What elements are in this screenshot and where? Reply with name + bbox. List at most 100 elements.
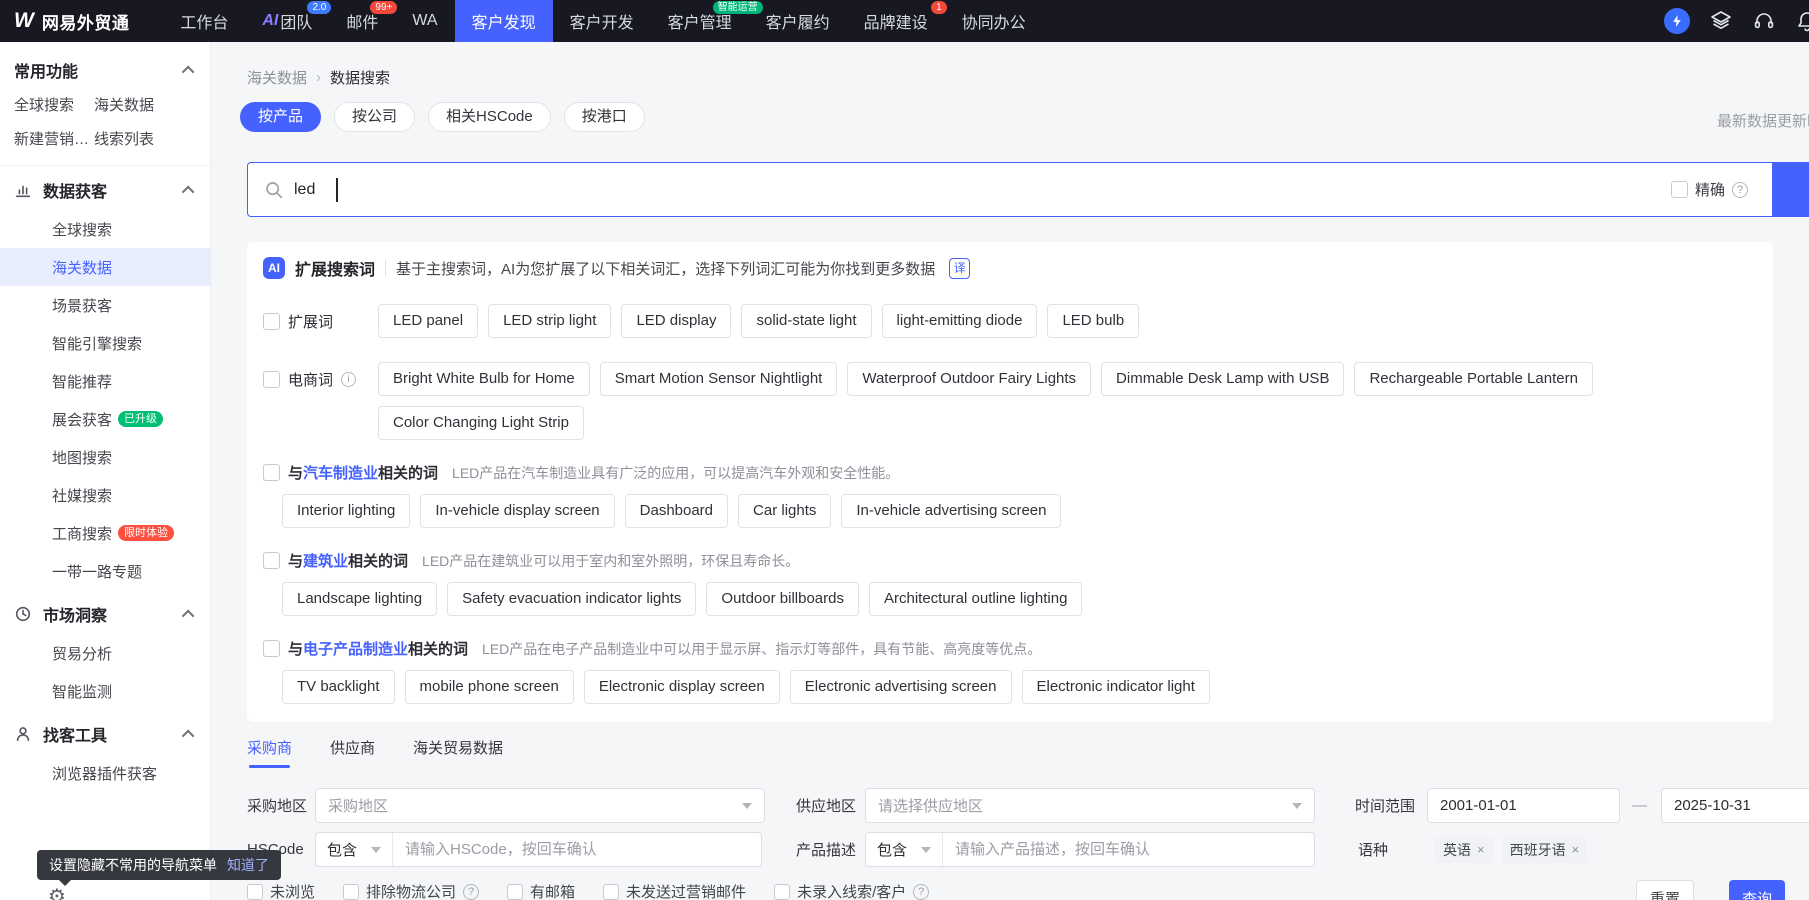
expand-words-checkbox[interactable]: [263, 313, 280, 330]
product-desc-mode-select[interactable]: 包含: [866, 833, 943, 866]
word-pill[interactable]: Waterproof Outdoor Fairy Lights: [847, 362, 1091, 396]
sidebar-item[interactable]: 海关数据: [0, 248, 210, 286]
search-mode-tab[interactable]: 按公司: [334, 102, 415, 132]
quick-link[interactable]: 全球搜索: [14, 94, 94, 115]
sidebar-section-market[interactable]: 市场洞察: [0, 590, 210, 634]
top-nav-item[interactable]: WA: [395, 0, 454, 42]
sidebar-item[interactable]: 场景获客: [0, 286, 210, 324]
sidebar-item[interactable]: 全球搜索: [0, 210, 210, 248]
sidebar-item[interactable]: 贸易分析: [0, 634, 210, 672]
quick-filter-checkbox[interactable]: [774, 884, 790, 900]
industry-checkbox[interactable]: [263, 640, 280, 657]
industry-link[interactable]: 建筑业: [303, 553, 348, 570]
date-start-input[interactable]: [1427, 788, 1620, 823]
info-icon[interactable]: i: [341, 372, 356, 387]
translate-icon[interactable]: 译: [949, 258, 970, 279]
word-pill[interactable]: light-emitting diode: [882, 304, 1038, 338]
date-end-input[interactable]: [1661, 788, 1809, 823]
hscode-input[interactable]: [393, 833, 761, 866]
industry-checkbox[interactable]: [263, 552, 280, 569]
sidebar-section-data[interactable]: 数据获客: [0, 166, 210, 210]
search-button[interactable]: 搜索: [1773, 162, 1809, 217]
top-nav-item[interactable]: 品牌建设 1: [847, 0, 945, 42]
help-icon[interactable]: ?: [463, 884, 479, 900]
result-tab[interactable]: 海关贸易数据: [413, 737, 503, 768]
sidebar-section-tools[interactable]: 找客工具: [0, 710, 210, 754]
sidebar-item[interactable]: 社媒搜索: [0, 476, 210, 514]
headset-icon[interactable]: [1752, 9, 1776, 33]
quick-link[interactable]: 海关数据: [94, 94, 196, 115]
word-pill[interactable]: Electronic indicator light: [1022, 670, 1210, 704]
sidebar-item[interactable]: 地图搜索: [0, 438, 210, 476]
sidebar-item[interactable]: 智能引擎搜索: [0, 324, 210, 362]
sidebar-item[interactable]: 浏览器插件获客: [0, 754, 210, 792]
query-button[interactable]: 查询: [1729, 880, 1785, 900]
word-pill[interactable]: Smart Motion Sensor Nightlight: [600, 362, 838, 396]
search-mode-tab[interactable]: 按港口: [564, 102, 645, 132]
word-pill[interactable]: LED strip light: [488, 304, 611, 338]
industry-checkbox[interactable]: [263, 464, 280, 481]
word-pill[interactable]: LED display: [621, 304, 731, 338]
industry-link[interactable]: 电子产品制造业: [303, 641, 408, 658]
reset-button[interactable]: 重置: [1636, 880, 1694, 900]
layers-icon[interactable]: [1709, 9, 1733, 33]
help-icon[interactable]: ?: [1732, 182, 1748, 198]
buyer-region-select[interactable]: 采购地区: [315, 788, 765, 823]
remove-tag-icon[interactable]: ×: [1572, 842, 1580, 857]
word-pill[interactable]: Car lights: [738, 494, 831, 528]
sidebar-item[interactable]: 工商搜索 限时体验: [0, 514, 210, 552]
supply-region-select[interactable]: 请选择供应地区: [865, 788, 1315, 823]
quick-filter-checkbox[interactable]: [247, 884, 263, 900]
help-icon[interactable]: ?: [913, 884, 929, 900]
quick-filter-checkbox[interactable]: [507, 884, 523, 900]
sidebar-quick-header[interactable]: 常用功能: [0, 42, 210, 92]
search-mode-tab[interactable]: 按产品: [240, 102, 321, 132]
word-pill[interactable]: Safety evacuation indicator lights: [447, 582, 696, 616]
word-pill[interactable]: Interior lighting: [282, 494, 410, 528]
word-pill[interactable]: Electronic display screen: [584, 670, 780, 704]
search-input[interactable]: [294, 181, 336, 199]
sidebar-item[interactable]: 智能推荐: [0, 362, 210, 400]
sidebar-item[interactable]: 智能监测: [0, 672, 210, 710]
remove-tag-icon[interactable]: ×: [1477, 842, 1485, 857]
settings-gear-icon[interactable]: ⚙: [48, 884, 66, 900]
word-pill[interactable]: Landscape lighting: [282, 582, 437, 616]
exact-match-checkbox[interactable]: [1671, 181, 1688, 198]
word-pill[interactable]: solid-state light: [741, 304, 871, 338]
word-pill[interactable]: Dashboard: [625, 494, 728, 528]
word-pill[interactable]: Outdoor billboards: [706, 582, 859, 616]
hscode-mode-select[interactable]: 包含: [316, 833, 393, 866]
word-pill[interactable]: In-vehicle advertising screen: [841, 494, 1061, 528]
word-pill[interactable]: Rechargeable Portable Lantern: [1354, 362, 1592, 396]
industry-link[interactable]: 汽车制造业: [303, 465, 378, 482]
word-pill[interactable]: LED panel: [378, 304, 478, 338]
top-nav-item[interactable]: AI 团队 2.0: [245, 0, 329, 42]
top-nav-item[interactable]: 工作台: [163, 0, 245, 42]
word-pill[interactable]: Color Changing Light Strip: [378, 406, 584, 440]
ecommerce-words-checkbox[interactable]: [263, 371, 280, 388]
word-pill[interactable]: In-vehicle display screen: [420, 494, 614, 528]
word-pill[interactable]: Architectural outline lighting: [869, 582, 1082, 616]
top-nav-item[interactable]: 客户开发: [553, 0, 651, 42]
top-nav-item[interactable]: 客户履约: [749, 0, 847, 42]
quick-filter-checkbox[interactable]: [603, 884, 619, 900]
top-nav-item[interactable]: 协同办公: [945, 0, 1043, 42]
word-pill[interactable]: mobile phone screen: [405, 670, 574, 704]
quick-link[interactable]: 线索列表: [94, 128, 196, 149]
result-tab[interactable]: 供应商: [330, 737, 375, 768]
search-mode-tab[interactable]: 相关HSCode: [428, 102, 551, 132]
tooltip-confirm-link[interactable]: 知道了: [227, 855, 269, 875]
assistant-icon[interactable]: [1664, 8, 1690, 34]
quick-link[interactable]: 新建营销…: [14, 128, 94, 149]
quick-filter-checkbox[interactable]: [343, 884, 359, 900]
top-nav-item[interactable]: 客户发现: [455, 0, 553, 42]
top-nav-item[interactable]: 客户管理 智能运营: [651, 0, 749, 42]
word-pill[interactable]: Bright White Bulb for Home: [378, 362, 590, 396]
breadcrumb-parent[interactable]: 海关数据: [247, 67, 307, 88]
word-pill[interactable]: LED bulb: [1047, 304, 1139, 338]
sidebar-item[interactable]: 展会获客 已升级: [0, 400, 210, 438]
word-pill[interactable]: Dimmable Desk Lamp with USB: [1101, 362, 1344, 396]
brand-logo[interactable]: W 网易外贸通: [0, 0, 163, 42]
top-nav-item[interactable]: 邮件 99+: [329, 0, 395, 42]
sidebar-item[interactable]: 一带一路专题: [0, 552, 210, 590]
